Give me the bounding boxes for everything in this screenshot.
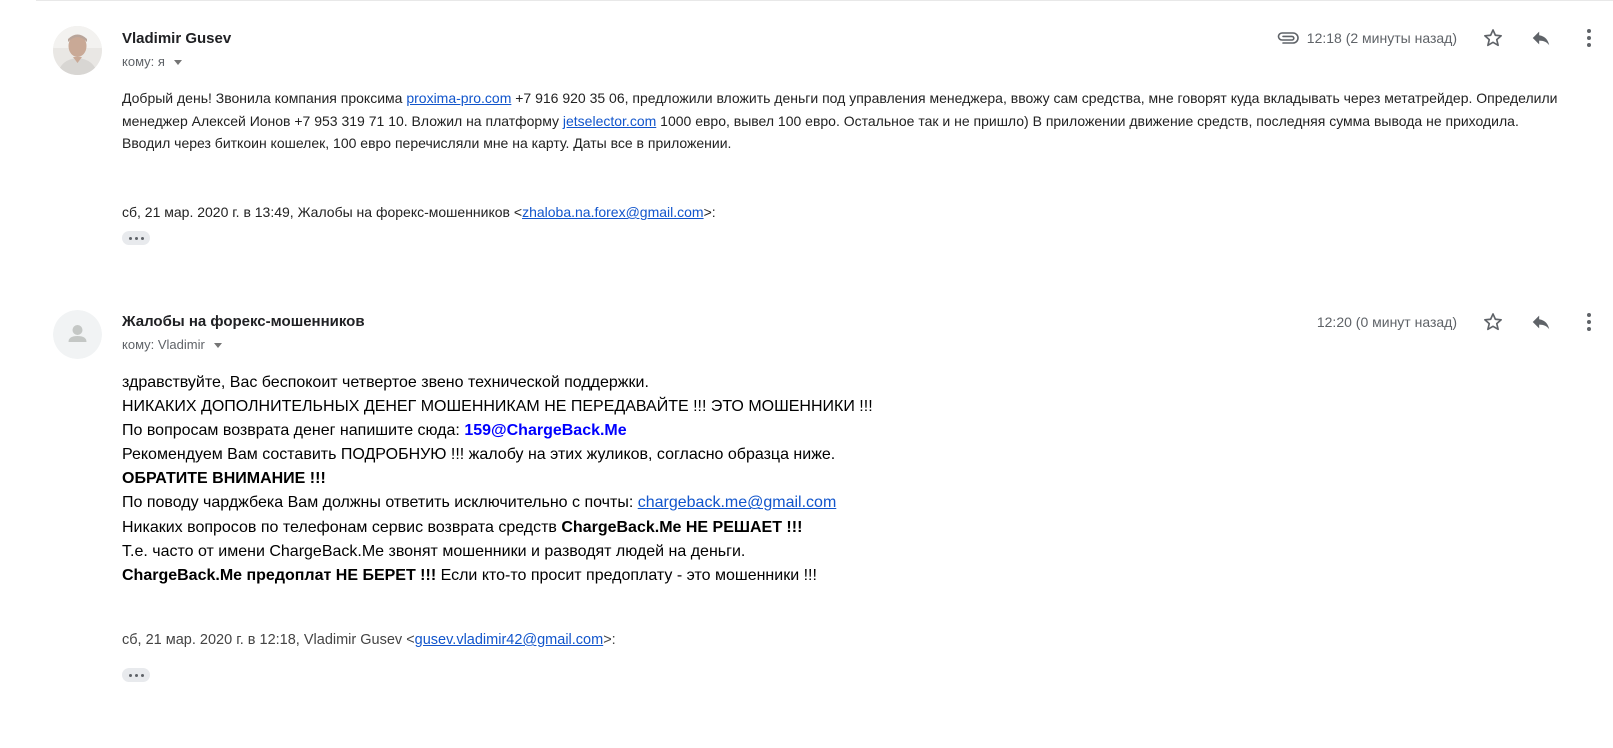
show-trimmed-content-button[interactable] bbox=[122, 231, 150, 245]
dot bbox=[140, 673, 144, 677]
sender-name[interactable]: Vladimir Gusev bbox=[122, 30, 231, 47]
body-text: Если кто-то просит предоплату - это моше… bbox=[436, 566, 817, 584]
body-paragraph: Добрый день! Звонила компания проксима p… bbox=[122, 87, 1572, 132]
body-text: По поводу чарджбека Вам должны ответить … bbox=[122, 494, 638, 512]
email-thread: Vladimir Gusev кому: я 12:18 (2 минуты н… bbox=[0, 0, 1613, 748]
body-line: Никаких вопросов по телефонам сервис воз… bbox=[122, 516, 1522, 540]
body-text-bold: ChargeBack.Me НЕ РЕШАЕТ !!! bbox=[561, 518, 803, 536]
message-body: здравствуйте, Вас беспокоит четвертое зв… bbox=[122, 371, 1522, 588]
reply-icon[interactable] bbox=[1529, 26, 1553, 50]
body-line: НИКАКИХ ДОПОЛНИТЕЛЬНЫХ ДЕНЕГ МОШЕННИКАМ … bbox=[122, 398, 873, 416]
body-line: По поводу чарджбека Вам должны ответить … bbox=[122, 491, 1522, 515]
body-paragraph: Вводил через биткоин кошелек, 100 евро п… bbox=[122, 135, 732, 151]
sender-name[interactable]: Жалобы на форекс-мошенников bbox=[122, 313, 365, 330]
reply-icon[interactable] bbox=[1529, 310, 1553, 334]
divider bbox=[36, 0, 1613, 1]
more-vert-icon[interactable] bbox=[1577, 310, 1601, 334]
body-text-bold: ChargeBack.Me предоплат НЕ БЕРЕТ !!! bbox=[122, 566, 437, 584]
body-text: По вопросам возврата денег напишите сюда… bbox=[122, 422, 465, 440]
body-text: Никаких вопросов по телефонам сервис воз… bbox=[122, 518, 562, 536]
body-line: ОБРАТИТЕ ВНИМАНИЕ !!! bbox=[122, 470, 326, 488]
star-icon[interactable] bbox=[1481, 26, 1505, 50]
quote-suffix: >: bbox=[703, 204, 716, 220]
quote-email-link[interactable]: zhaloba.na.forex@gmail.com bbox=[522, 204, 704, 220]
default-avatar-icon bbox=[53, 310, 102, 359]
more-vert-icon[interactable] bbox=[1577, 26, 1601, 50]
dot bbox=[128, 236, 132, 240]
quote-suffix: >: bbox=[603, 632, 616, 648]
chargeback-email[interactable]: 159@ChargeBack.Me bbox=[464, 422, 626, 439]
body-text: 1000 евро, вывел 100 евро. Остальное так… bbox=[656, 112, 1519, 129]
message-timestamp: 12:20 (0 минут назад) bbox=[1316, 314, 1457, 330]
message-meta: 12:18 (2 минуты назад) bbox=[1277, 23, 1613, 53]
recipient-details-toggle[interactable]: кому: Vladimir bbox=[122, 337, 222, 352]
avatar[interactable] bbox=[53, 26, 102, 75]
avatar-photo bbox=[53, 26, 102, 75]
proxima-link[interactable]: proxima-pro.com bbox=[406, 90, 511, 106]
body-line: По вопросам возврата денег напишите сюда… bbox=[122, 419, 1522, 443]
dot bbox=[134, 236, 138, 240]
recipient-details-toggle[interactable]: кому: я bbox=[122, 54, 182, 69]
avatar[interactable] bbox=[53, 310, 102, 359]
chevron-down-icon bbox=[173, 59, 182, 65]
paperclip-icon bbox=[1277, 32, 1299, 44]
chargeback-gmail-link[interactable]: chargeback.me@gmail.com bbox=[638, 494, 837, 511]
body-line: ChargeBack.Me предоплат НЕ БЕРЕТ !!! Есл… bbox=[122, 564, 1522, 588]
body-text: Добрый день! Звонила компания проксима bbox=[122, 90, 407, 106]
recipient-label: кому: Vladimir bbox=[122, 337, 205, 352]
message-body: Добрый день! Звонила компания проксима p… bbox=[122, 87, 1572, 155]
quote-prefix: сб, 21 мар. 2020 г. в 13:49, Жалобы на ф… bbox=[122, 204, 523, 220]
show-trimmed-content-button[interactable] bbox=[122, 668, 150, 682]
quote-email-link[interactable]: gusev.vladimir42@gmail.com bbox=[415, 632, 604, 648]
chevron-down-icon bbox=[213, 342, 222, 348]
dot bbox=[134, 673, 138, 677]
dot bbox=[128, 673, 132, 677]
recipient-label: кому: я bbox=[122, 54, 165, 69]
message-meta: 12:20 (0 минут назад) bbox=[1317, 307, 1613, 337]
message-timestamp: 12:18 (2 минуты назад) bbox=[1306, 30, 1457, 46]
star-icon[interactable] bbox=[1481, 310, 1505, 334]
body-line: Рекомендуем Вам составить ПОДРОБНУЮ !!! … bbox=[122, 446, 836, 464]
jetselector-link[interactable]: jetselector.com bbox=[563, 113, 656, 129]
quote-header: сб, 21 мар. 2020 г. в 13:49, Жалобы на ф… bbox=[122, 204, 716, 220]
dot bbox=[140, 236, 144, 240]
quote-header: сб, 21 мар. 2020 г. в 12:18, Vladimir Gu… bbox=[122, 632, 616, 648]
body-line: здравствуйте, Вас беспокоит четвертое зв… bbox=[122, 374, 649, 391]
quote-prefix: сб, 21 мар. 2020 г. в 12:18, Vladimir Gu… bbox=[122, 632, 415, 648]
body-line: Т.е. часто от имени ChargeBack.Me звонят… bbox=[122, 542, 746, 560]
